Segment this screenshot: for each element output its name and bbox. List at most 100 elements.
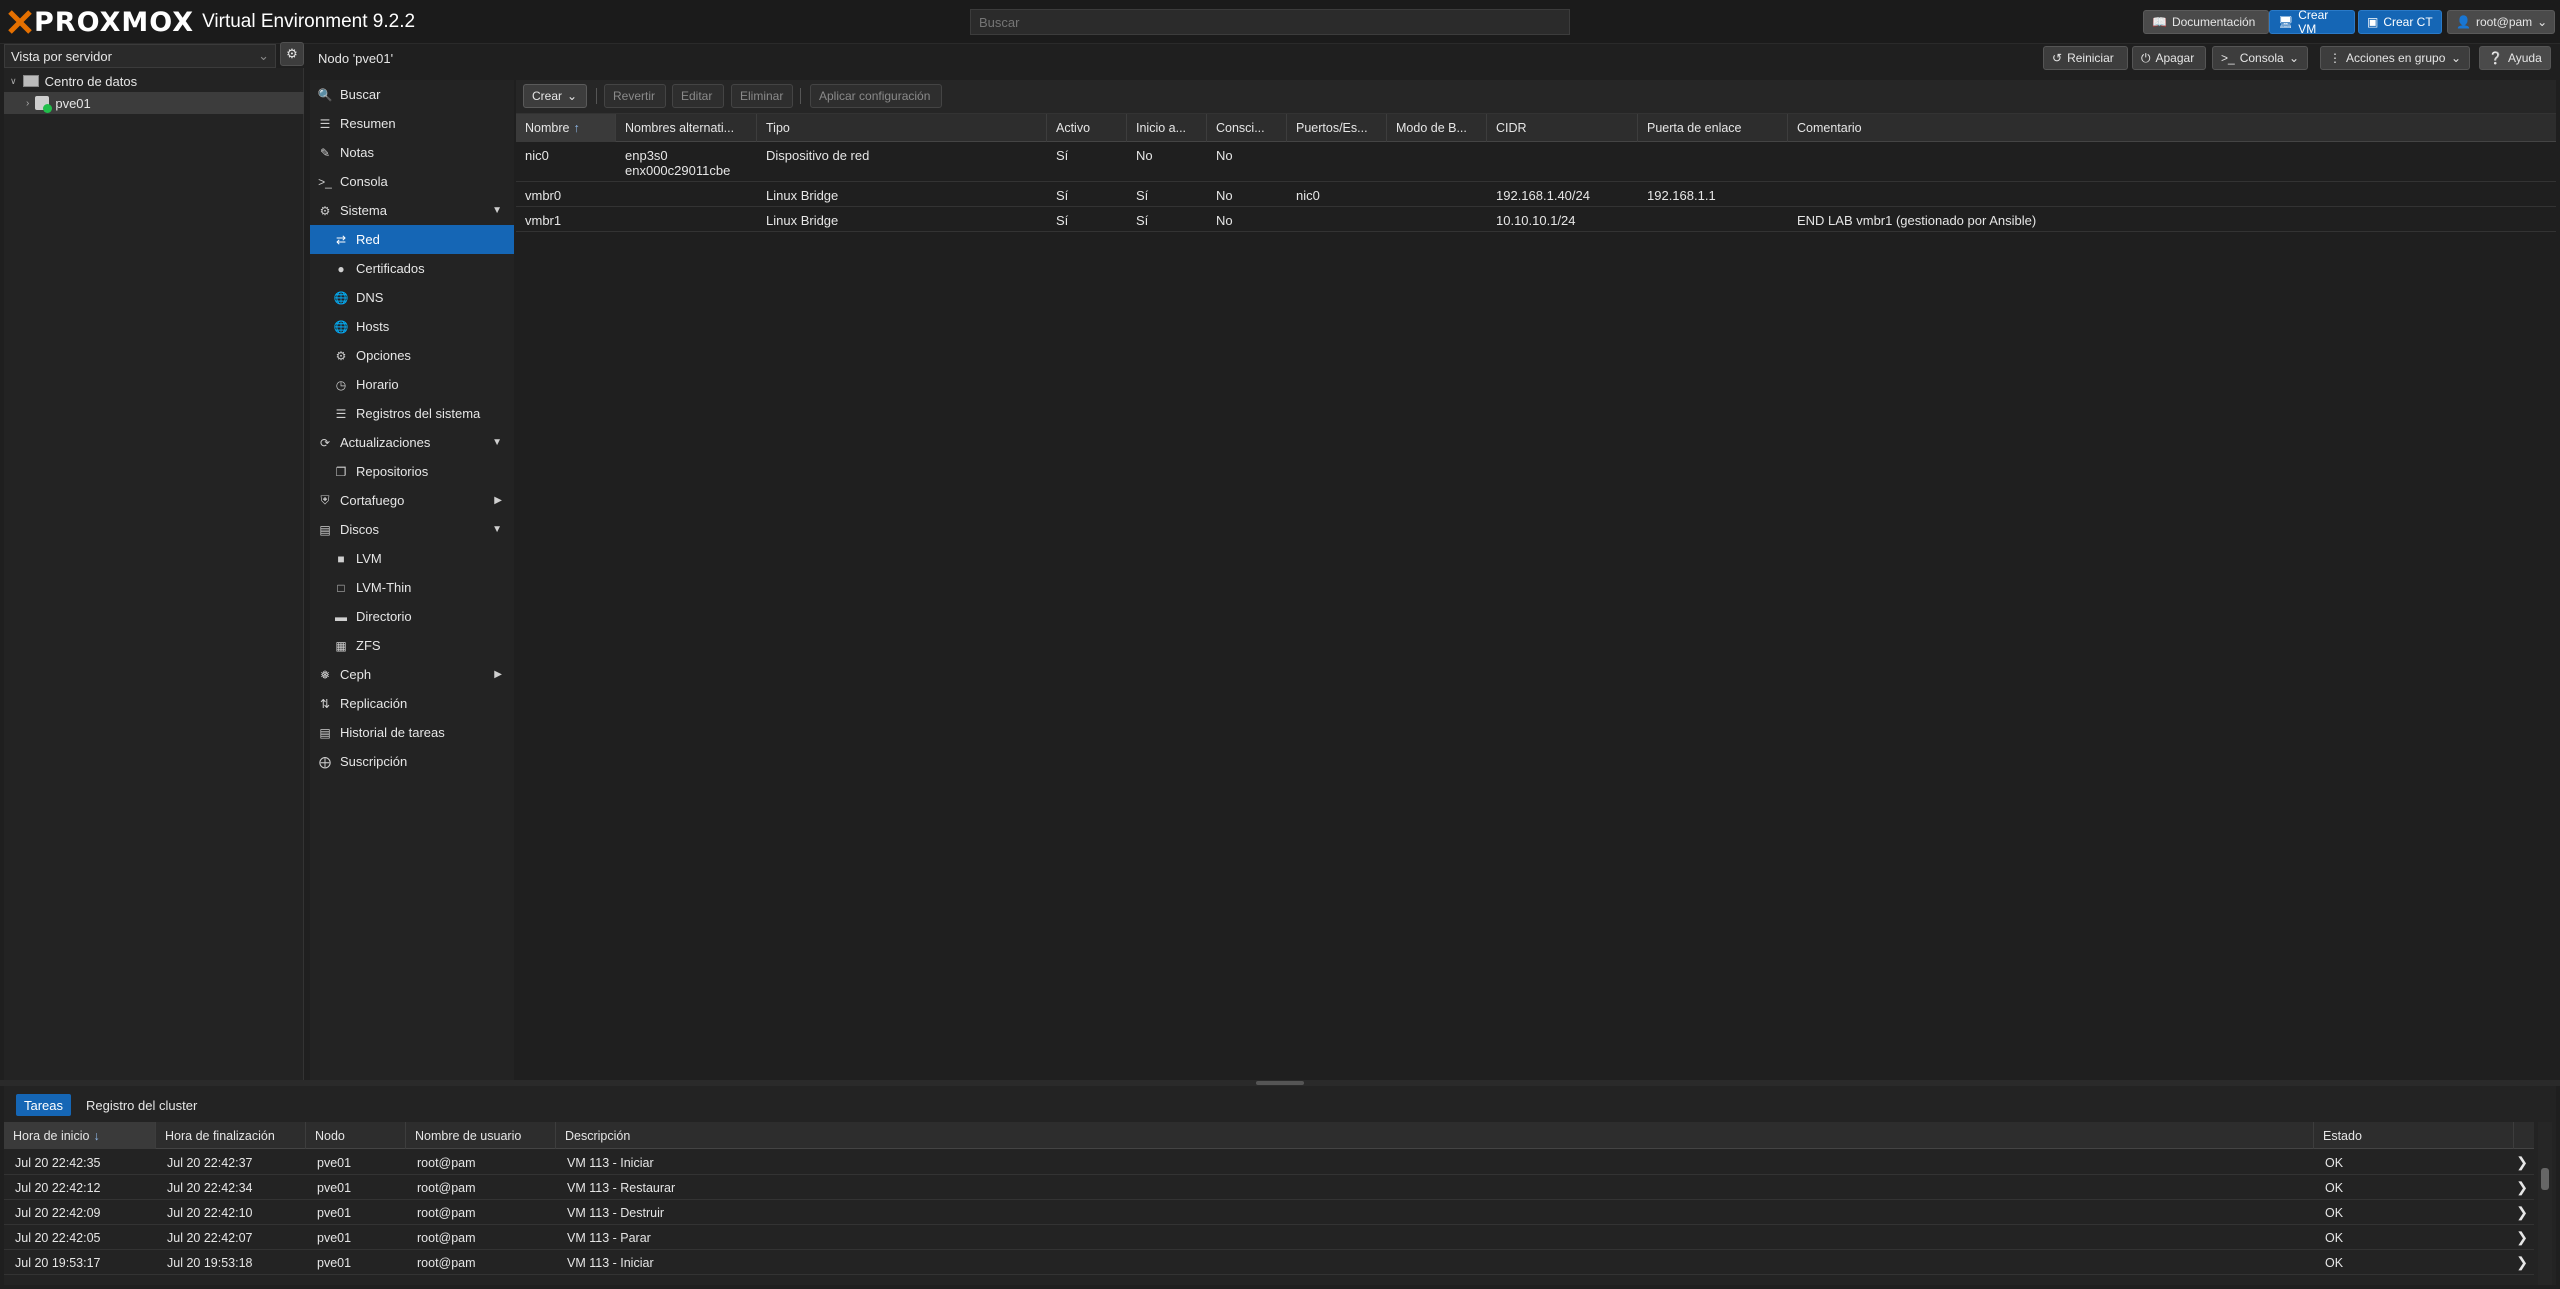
- chevron-right-icon[interactable]: ❯: [2516, 1250, 2528, 1275]
- column-header-user[interactable]: Nombre de usuario: [406, 1122, 556, 1149]
- column-label: Puertos/Es...: [1296, 121, 1368, 135]
- column-header-status[interactable]: Estado: [2314, 1122, 2514, 1149]
- notes-icon: ✎: [319, 145, 331, 160]
- nav-item-subscription[interactable]: ⨁ Suscripción: [310, 747, 514, 776]
- reboot-button[interactable]: ↺ Reiniciar: [2043, 46, 2128, 70]
- nav-item-updates[interactable]: ⟳ Actualizaciones ▼: [310, 428, 514, 457]
- cell-type: Linux Bridge: [766, 188, 839, 203]
- nav-item-repositories[interactable]: ❐ Repositorios: [310, 457, 514, 486]
- task-row[interactable]: Jul 20 22:42:35 Jul 20 22:42:37 pve01 ro…: [4, 1150, 2534, 1175]
- task-row[interactable]: Jul 20 19:53:17 Jul 20 19:53:18 pve01 ro…: [4, 1250, 2534, 1275]
- tree-item-node[interactable]: › pve01: [4, 92, 304, 114]
- sort-desc-icon: ↓: [93, 1128, 100, 1143]
- task-row[interactable]: Jul 20 22:42:09 Jul 20 22:42:10 pve01 ro…: [4, 1200, 2534, 1225]
- nav-item-certificates[interactable]: ● Certificados: [310, 254, 514, 283]
- column-header-comment[interactable]: Comentario: [1788, 114, 2556, 142]
- create-vm-button[interactable]: 🖥 Crear VM: [2269, 8, 2355, 36]
- column-header-bond-mode[interactable]: Modo de B...: [1387, 114, 1487, 142]
- cell-autostart: Sí: [1136, 213, 1149, 228]
- cell-altnames: [616, 207, 634, 219]
- cell-node: pve01: [317, 1205, 352, 1220]
- cell-user: root@pam: [417, 1205, 476, 1220]
- nav-item-disks[interactable]: ▤ Discos ▼: [310, 515, 514, 544]
- create-ct-button[interactable]: ▣ Crear CT: [2358, 10, 2442, 34]
- help-button[interactable]: ❔ Ayuda: [2479, 46, 2551, 70]
- column-header-node[interactable]: Nodo: [306, 1122, 406, 1149]
- nav-item-dns[interactable]: 🌐 DNS: [310, 283, 514, 312]
- table-row[interactable]: nic0 enp3s0 enx000c29011cbe Dispositivo …: [516, 142, 2556, 182]
- nav-item-hosts[interactable]: 🌐 Hosts: [310, 312, 514, 341]
- column-header-vlan-aware[interactable]: Consci...: [1207, 114, 1287, 142]
- view-selector[interactable]: Vista por servidor ⌄: [4, 44, 276, 68]
- nav-item-notes[interactable]: ✎ Notas: [310, 138, 514, 167]
- chevron-right-icon[interactable]: ❯: [2516, 1150, 2528, 1175]
- nav-item-lvm[interactable]: ■ LVM: [310, 544, 514, 573]
- proxmox-logo[interactable]: PROXMOX Virtual Environment 9.2.2: [8, 4, 415, 40]
- tab-tasks[interactable]: Tareas: [16, 1094, 72, 1116]
- tree-settings-button[interactable]: ⚙: [280, 42, 304, 66]
- nav-label: Ceph: [340, 667, 372, 682]
- task-row[interactable]: Jul 20 22:42:12 Jul 20 22:42:34 pve01 ro…: [4, 1175, 2534, 1200]
- nav-item-options[interactable]: ⚙ Opciones: [310, 341, 514, 370]
- create-button[interactable]: Crear ⌄: [523, 84, 587, 108]
- nav-item-lvm-thin[interactable]: □ LVM-Thin: [310, 573, 514, 602]
- cell-cidr: 192.168.1.40/24: [1496, 188, 1590, 203]
- nav-item-search[interactable]: 🔍 Buscar: [310, 80, 514, 109]
- revert-button[interactable]: Revertir: [604, 84, 666, 108]
- nav-label: DNS: [356, 290, 384, 305]
- column-header-description[interactable]: Descripción: [556, 1122, 2314, 1149]
- column-header-cidr[interactable]: CIDR: [1487, 114, 1638, 142]
- table-row[interactable]: vmbr0 Linux Bridge Sí Sí No nic0 192.168…: [516, 182, 2556, 207]
- column-header-altnames[interactable]: Nombres alternati...: [616, 114, 757, 142]
- nav-item-system[interactable]: ⚙ Sistema ▼: [310, 196, 514, 225]
- nav-item-firewall[interactable]: ⛨ Cortafuego ▶: [310, 486, 514, 515]
- column-header-type[interactable]: Tipo: [757, 114, 1047, 142]
- certificate-icon: ●: [337, 261, 345, 276]
- nav-item-syslog[interactable]: ☰ Registros del sistema: [310, 399, 514, 428]
- column-header-gateway[interactable]: Puerta de enlace: [1638, 114, 1788, 142]
- nav-item-replication[interactable]: ⇅ Replicación: [310, 689, 514, 718]
- tree-item-datacenter[interactable]: ∨ Centro de datos: [4, 70, 304, 92]
- network-grid-header: Nombre ↑ Nombres alternati... Tipo Activo…: [516, 114, 2556, 142]
- nav-label: Sistema: [340, 203, 387, 218]
- documentation-button[interactable]: 📖 Documentación: [2143, 10, 2269, 34]
- chevron-right-icon[interactable]: ❯: [2516, 1175, 2528, 1200]
- nav-item-directory[interactable]: ▬ Directorio: [310, 602, 514, 631]
- book-icon: ☰: [319, 116, 331, 131]
- tab-cluster-log[interactable]: Registro del cluster: [78, 1094, 205, 1116]
- nav-item-network[interactable]: ⇄ Red: [310, 225, 514, 254]
- edit-button[interactable]: Editar: [672, 84, 724, 108]
- column-label: Hora de inicio: [13, 1128, 90, 1143]
- task-row[interactable]: Jul 20 22:42:05 Jul 20 22:42:07 pve01 ro…: [4, 1225, 2534, 1250]
- cell-start: Jul 20 22:42:35: [15, 1155, 101, 1170]
- nav-label: LVM-Thin: [356, 580, 412, 595]
- chevron-right-icon[interactable]: ❯: [2516, 1200, 2528, 1225]
- apply-configuration-button[interactable]: Aplicar configuración: [810, 84, 942, 108]
- nav-item-ceph[interactable]: ❅ Ceph ▶: [310, 660, 514, 689]
- scrollbar-thumb[interactable]: [2541, 1168, 2549, 1190]
- search-input[interactable]: [970, 9, 1570, 35]
- nav-item-zfs[interactable]: ▦ ZFS: [310, 631, 514, 660]
- sort-asc-icon: ↑: [573, 121, 580, 135]
- console-button[interactable]: >_ Consola ⌄: [2212, 46, 2308, 70]
- column-header-start-time[interactable]: Hora de inicio ↓: [4, 1122, 156, 1149]
- column-header-end-time[interactable]: Hora de finalización: [156, 1122, 306, 1149]
- column-header-autostart[interactable]: Inicio a...: [1127, 114, 1207, 142]
- column-header-name[interactable]: Nombre ↑: [516, 114, 616, 142]
- remove-button[interactable]: Eliminar: [731, 84, 793, 108]
- nav-item-time[interactable]: ◷ Horario: [310, 370, 514, 399]
- column-header-active[interactable]: Activo: [1047, 114, 1127, 142]
- task-scrollbar[interactable]: [2538, 1122, 2552, 1285]
- shutdown-button[interactable]: ⏻ Apagar: [2132, 46, 2206, 70]
- network-grid: nic0 enp3s0 enx000c29011cbe Dispositivo …: [516, 142, 2556, 1080]
- splitter-grip[interactable]: [1256, 1081, 1304, 1085]
- bulk-actions-button[interactable]: ⋮ Acciones en grupo ⌄: [2320, 46, 2470, 70]
- column-header-ports[interactable]: Puertos/Es...: [1287, 114, 1387, 142]
- nav-item-summary[interactable]: ☰ Resumen: [310, 109, 514, 138]
- table-row[interactable]: vmbr1 Linux Bridge Sí Sí No 10.10.10.1/2…: [516, 207, 2556, 232]
- cell-end: Jul 20 22:42:07: [167, 1230, 253, 1245]
- nav-item-task-history[interactable]: ▤ Historial de tareas: [310, 718, 514, 747]
- user-menu-button[interactable]: 👤 root@pam ⌄: [2447, 10, 2555, 34]
- nav-item-console[interactable]: >_ Consola: [310, 167, 514, 196]
- chevron-right-icon[interactable]: ❯: [2516, 1225, 2528, 1250]
